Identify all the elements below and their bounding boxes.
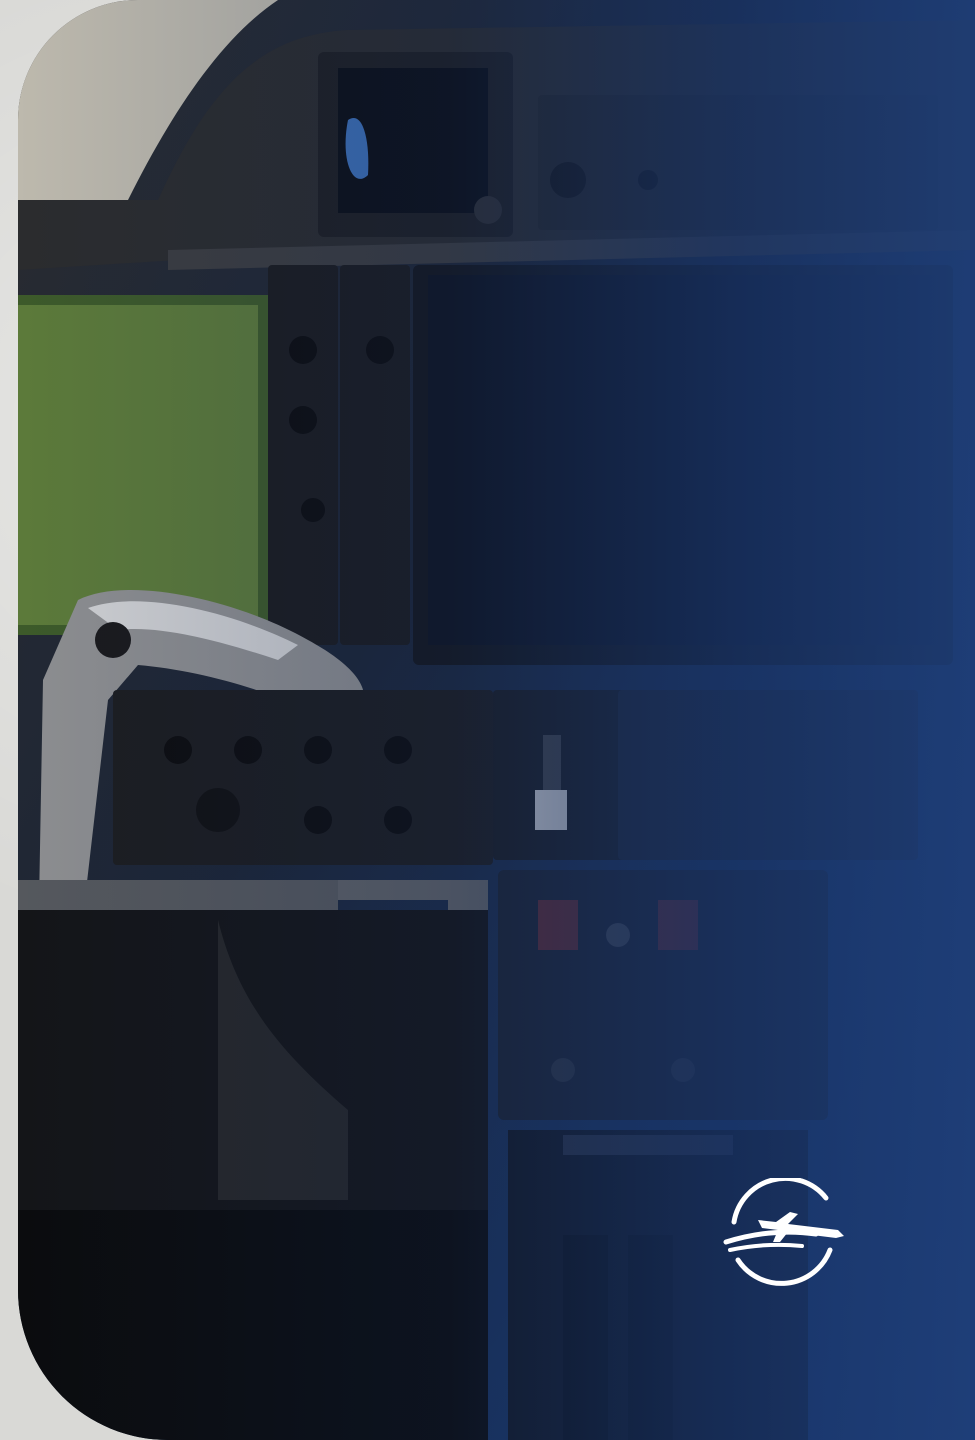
airplane-logo-icon	[723, 1178, 844, 1286]
cockpit-photo-card	[18, 0, 975, 1440]
